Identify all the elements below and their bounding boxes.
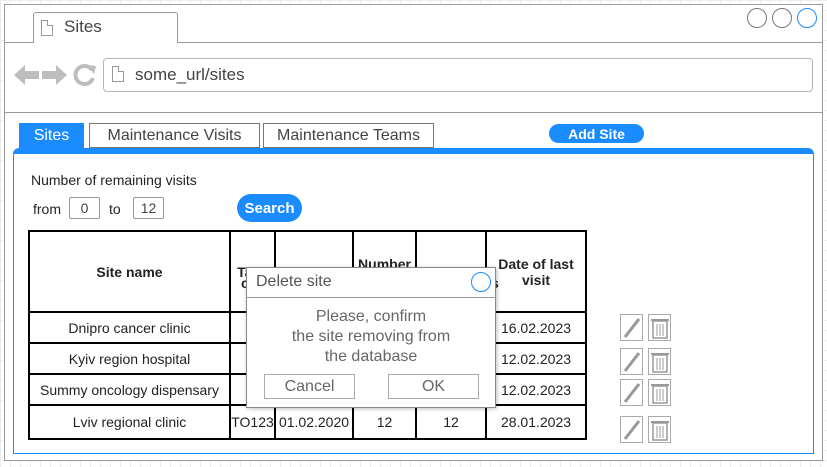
from-input[interactable]: 0	[69, 197, 100, 219]
pencil-icon[interactable]	[620, 379, 643, 406]
cell-site-name: Lviv regional clinic	[28, 404, 231, 440]
reload-icon[interactable]	[73, 63, 97, 87]
cell-last-visit: 28.01.2023	[485, 404, 587, 440]
from-label: from	[33, 201, 61, 217]
search-button[interactable]: Search	[237, 194, 302, 222]
pencil-icon[interactable]	[620, 348, 643, 375]
address-divider	[4, 112, 823, 113]
cell-last-visit: 12.02.2023	[485, 342, 587, 375]
page-icon	[112, 66, 124, 82]
filter-title: Number of remaining visits	[31, 172, 197, 188]
forward-arrow-icon[interactable]	[42, 64, 68, 86]
dialog-message: Please, confirm the site removing from t…	[246, 307, 496, 367]
col-date-of-last-visit: Date of last visit	[485, 230, 587, 313]
cell-last-visit: 16.02.2023	[485, 311, 587, 344]
table-row[interactable]: Lviv regional clinic TO123 01.02.2020 12…	[28, 404, 587, 440]
trash-icon[interactable]	[648, 314, 671, 341]
dialog-message-line: Please, confirm	[315, 308, 427, 325]
window-close-icon[interactable]	[797, 8, 817, 28]
add-site-button[interactable]: Add Site	[549, 124, 644, 143]
to-label: to	[109, 201, 121, 217]
trash-icon[interactable]	[648, 379, 671, 406]
dialog-title: Delete site	[256, 273, 332, 290]
to-input[interactable]: 12	[133, 197, 164, 219]
dialog-close-icon[interactable]	[471, 272, 491, 292]
dialog-message-line: the database	[324, 348, 418, 365]
tab-maintenance-teams[interactable]: Maintenance Teams	[263, 123, 434, 148]
cell-site-name: Dnipro cancer clinic	[28, 311, 231, 344]
window-minimize-icon[interactable]	[747, 8, 767, 28]
cell-last-visit: 12.02.2023	[485, 373, 587, 406]
pencil-icon[interactable]	[620, 416, 643, 443]
cell-number: 12	[415, 404, 487, 440]
trash-icon[interactable]	[648, 348, 671, 375]
browser-tab[interactable]	[33, 12, 178, 43]
cell-site-name: Summy oncology dispensary	[28, 373, 231, 406]
dialog-message-line: the site removing from	[291, 328, 451, 345]
back-arrow-icon[interactable]	[14, 64, 40, 86]
trash-icon[interactable]	[648, 416, 671, 443]
dialog-divider	[246, 297, 496, 298]
tab-sites[interactable]: Sites	[19, 123, 84, 148]
cell-start: 01.02.2020	[274, 404, 354, 440]
cancel-button[interactable]: Cancel	[264, 374, 355, 399]
ok-button[interactable]: OK	[388, 374, 479, 399]
address-text[interactable]: some_url/sites	[135, 65, 245, 85]
col-site-name: Site name	[28, 230, 231, 313]
window-maximize-icon[interactable]	[772, 8, 792, 28]
pencil-icon[interactable]	[620, 314, 643, 341]
cell-task: TO123	[229, 404, 276, 440]
cell-site-name: Kyiv region hospital	[28, 342, 231, 375]
browser-tab-title: Sites	[64, 17, 102, 36]
tab-maintenance-visits[interactable]: Maintenance Visits	[89, 123, 260, 148]
page-icon	[41, 20, 53, 36]
cell-visits: 12	[352, 404, 417, 440]
